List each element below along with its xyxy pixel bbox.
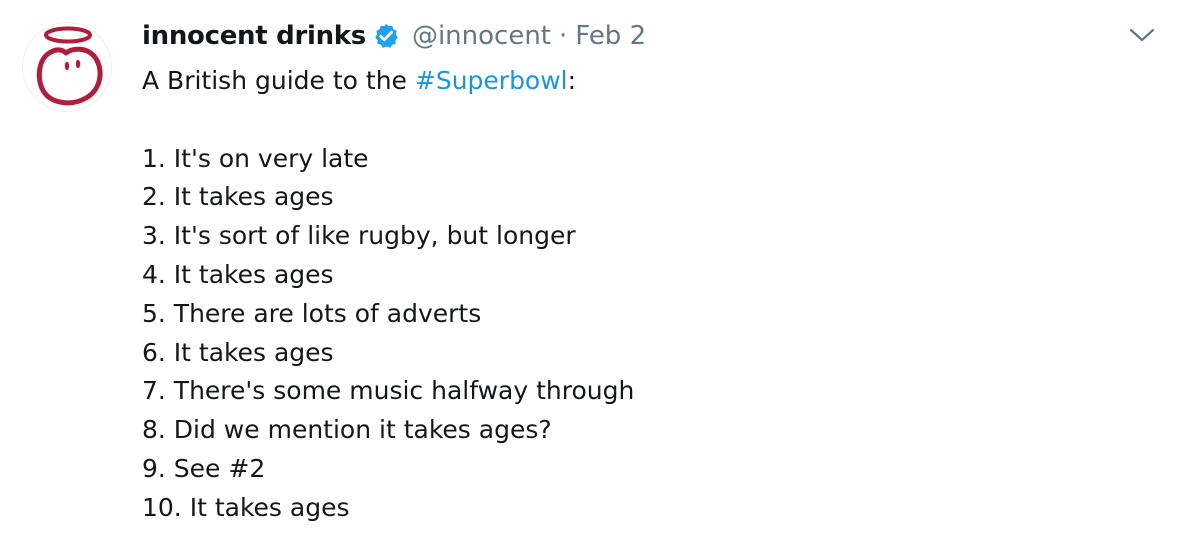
tweet-intro: A British guide to the #Superbowl: (142, 62, 634, 101)
separator: · (559, 21, 568, 51)
list-item: 2. It takes ages (142, 182, 334, 212)
tweet-date[interactable]: Feb 2 (575, 21, 646, 51)
hashtag-link[interactable]: #Superbowl (415, 66, 568, 95)
author-name[interactable]: innocent drinks (142, 21, 366, 51)
innocent-logo-icon (36, 26, 103, 106)
intro-suffix: : (567, 66, 577, 95)
author-handle[interactable]: @innocent (412, 21, 551, 51)
list-item: 7. There's some music halfway through (142, 376, 635, 406)
tweet: innocent drinks @innocent · Feb 2 A Brit… (0, 0, 1177, 549)
intro-prefix: A British guide to the (142, 66, 415, 95)
list-item: 4. It takes ages (142, 259, 334, 289)
tweet-menu-button[interactable] (1126, 22, 1158, 48)
list-item: 6. It takes ages (142, 337, 334, 367)
list-item: 3. It's sort of like rugby, but longer (142, 221, 576, 251)
list-item: 9. See #2 (142, 453, 266, 483)
verified-badge-icon (372, 22, 400, 50)
avatar[interactable] (22, 22, 112, 112)
list-item: 10. It takes ages (142, 492, 350, 522)
list-item: 8. Did we mention it takes ages? (142, 415, 552, 445)
list-item: 1. It's on very late (142, 143, 369, 173)
tweet-text: A British guide to the #Superbowl: 1. It… (142, 62, 634, 528)
list-item: 5. There are lots of adverts (142, 298, 482, 328)
chevron-down-icon (1129, 28, 1155, 42)
tweet-header: innocent drinks @innocent · Feb 2 (142, 16, 646, 56)
